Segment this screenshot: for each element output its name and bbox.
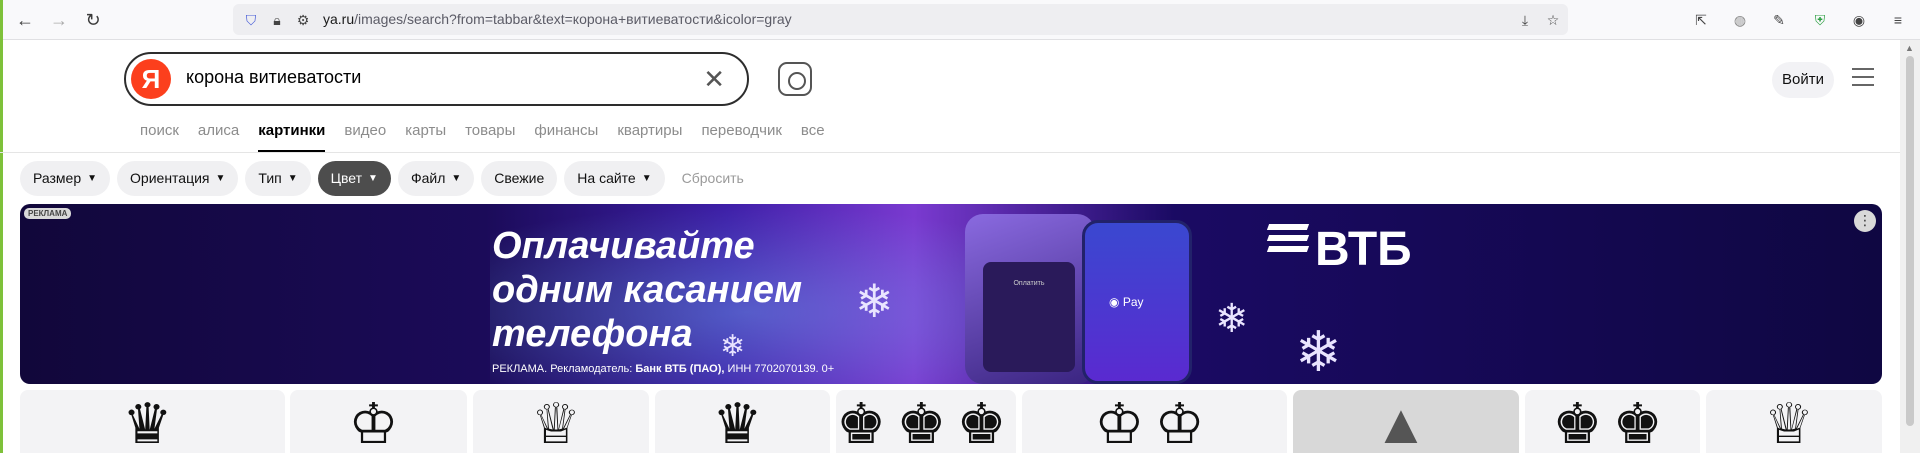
filter-chip-label: Свежие — [494, 169, 545, 186]
menu-icon[interactable] — [1852, 68, 1874, 92]
tab-1[interactable]: алиса — [198, 122, 239, 152]
tab-4[interactable]: карты — [405, 122, 446, 152]
image-result[interactable]: ♕ — [473, 390, 649, 453]
filter-chip-6[interactable]: На сайте ▼ — [564, 160, 665, 196]
tab-2[interactable]: картинки — [258, 122, 326, 152]
filter-chip-0[interactable]: Размер ▼ — [20, 160, 111, 196]
chevron-down-icon: ▼ — [87, 172, 98, 184]
service-tabs: поиск алиса картинки видео карты товары финанс… — [140, 122, 825, 152]
url-text[interactable]: ya.ru/images/search?from=tabbar&text=кор… — [323, 11, 792, 27]
scroll-up-icon[interactable]: ▲ — [1905, 43, 1914, 53]
ad-more-icon[interactable]: ⋮ — [1854, 210, 1876, 232]
payment-terminal-image: Оплатить — [965, 214, 1095, 384]
filter-chip-3[interactable]: Цвет ▼ — [317, 160, 391, 196]
image-search-camera-icon[interactable] — [778, 62, 812, 96]
login-button[interactable]: Войти — [1772, 62, 1834, 98]
share-icon[interactable]: ⇱ — [1690, 9, 1712, 31]
image-result[interactable]: ♕ — [1706, 390, 1882, 453]
tab-6[interactable]: финансы — [534, 122, 598, 152]
image-result[interactable]: ♔♔ — [1022, 390, 1287, 453]
image-result[interactable]: ♚♚ — [1525, 390, 1700, 453]
tab-7[interactable]: квартиры — [617, 122, 682, 152]
chevron-down-icon: ▼ — [451, 172, 462, 184]
chevron-down-icon: ▼ — [368, 172, 378, 184]
tab-8[interactable]: переводчик — [701, 122, 781, 152]
extension-raccoon-icon[interactable]: ◉ — [1848, 9, 1870, 31]
vtb-logo-text: ВТБ — [1315, 223, 1412, 276]
pdf-tool-icon[interactable]: ✎ — [1768, 9, 1790, 31]
page-scrollbar[interactable]: ▲ — [1900, 40, 1920, 453]
filter-chip-label: Ориентация — [130, 169, 210, 186]
search-input[interactable]: корона витиеватости — [186, 67, 361, 88]
chevron-down-icon: ▼ — [641, 172, 652, 184]
url-host: ya.ru — [323, 11, 355, 27]
image-result[interactable]: ▲ — [1293, 390, 1519, 453]
tab-0[interactable]: поиск — [140, 122, 179, 152]
permissions-icon[interactable]: ⚙ — [293, 10, 313, 30]
image-result[interactable]: ♔ — [290, 390, 467, 453]
image-result[interactable]: ♛ — [20, 390, 285, 453]
chevron-down-icon: ▼ — [215, 172, 226, 184]
filter-bar: Размер ▼ Ориентация ▼ Тип ▼ Цвет ▼ Файл ▼ Свежие На… — [20, 160, 754, 196]
forward-icon[interactable]: → — [47, 8, 71, 32]
ad-legal-text: РЕКЛАМА. Рекламодатель: Банк ВТБ (ПАО), … — [492, 363, 835, 375]
filter-chip-label: Размер — [33, 169, 82, 186]
tab-5[interactable]: товары — [465, 122, 515, 152]
ad-badge: РЕКЛАМА — [24, 208, 72, 219]
address-bar[interactable]: ⛉ 🔒︎ ⚙ ya.ru/images/search?from=tabbar&t… — [233, 4, 1568, 35]
ad-banner[interactable]: РЕКЛАМА ⋮ Оплачивайте одним касанием тел… — [20, 204, 1882, 384]
app-menu-icon[interactable]: ≡ — [1887, 9, 1909, 31]
browser-toolbar: ← → ↻ ⛉ 🔒︎ ⚙ ya.ru/images/search?from=ta… — [3, 0, 1920, 40]
vtb-logo-mark — [1266, 224, 1310, 257]
shield-icon[interactable]: ⛉ — [241, 10, 261, 30]
tabs-divider — [0, 152, 1900, 153]
filter-chip-1[interactable]: Ориентация ▼ — [117, 160, 239, 196]
download-page-icon[interactable]: ⤓ — [1515, 10, 1535, 30]
tab-3[interactable]: видео — [344, 122, 386, 152]
window-edge — [0, 0, 3, 453]
back-icon[interactable]: ← — [13, 8, 37, 32]
lock-icon[interactable]: 🔒︎ — [267, 10, 287, 30]
image-result[interactable]: ♚♚♚ — [836, 390, 1016, 453]
filter-chip-label: На сайте — [577, 169, 636, 186]
yandex-logo[interactable]: Я — [131, 59, 171, 99]
filter-chip-2[interactable]: Тип ▼ — [245, 160, 311, 196]
url-path: /images/search?from=tabbar&text=корона+в… — [354, 11, 792, 27]
bookmark-star-icon[interactable]: ☆ — [1543, 10, 1563, 30]
phone-image: ◉ Pay — [1082, 220, 1192, 384]
filter-chip-5[interactable]: Свежие — [481, 160, 558, 196]
snowflake-icon: ❄ — [720, 330, 746, 363]
filter-chip-label: Файл — [410, 169, 446, 186]
snowflake-icon: ❄ — [1215, 297, 1249, 341]
reload-icon[interactable]: ↻ — [81, 8, 105, 32]
chevron-down-icon: ▼ — [287, 172, 298, 184]
adblock-shield-icon[interactable]: ⛨ — [1809, 9, 1831, 31]
scrollbar-thumb[interactable] — [1906, 56, 1914, 426]
filter-chip-label: Тип — [258, 169, 282, 186]
reset-filters-button[interactable]: Сбросить — [672, 170, 754, 186]
ad-headline: Оплачивайте одним касанием телефона — [492, 225, 803, 355]
snowflake-icon: ❄ — [855, 275, 894, 327]
filter-chip-label: Цвет — [330, 169, 363, 186]
snowflake-icon: ❄ — [1295, 320, 1342, 383]
filter-chip-4[interactable]: Файл ▼ — [397, 160, 475, 196]
tab-9[interactable]: все — [801, 122, 825, 152]
translate-icon[interactable]: ◍ — [1729, 9, 1751, 31]
clear-search-icon[interactable]: ✕ — [703, 64, 725, 94]
search-box[interactable]: Я корона витиеватости ✕ — [124, 52, 749, 106]
image-result[interactable]: ♛ — [655, 390, 830, 453]
